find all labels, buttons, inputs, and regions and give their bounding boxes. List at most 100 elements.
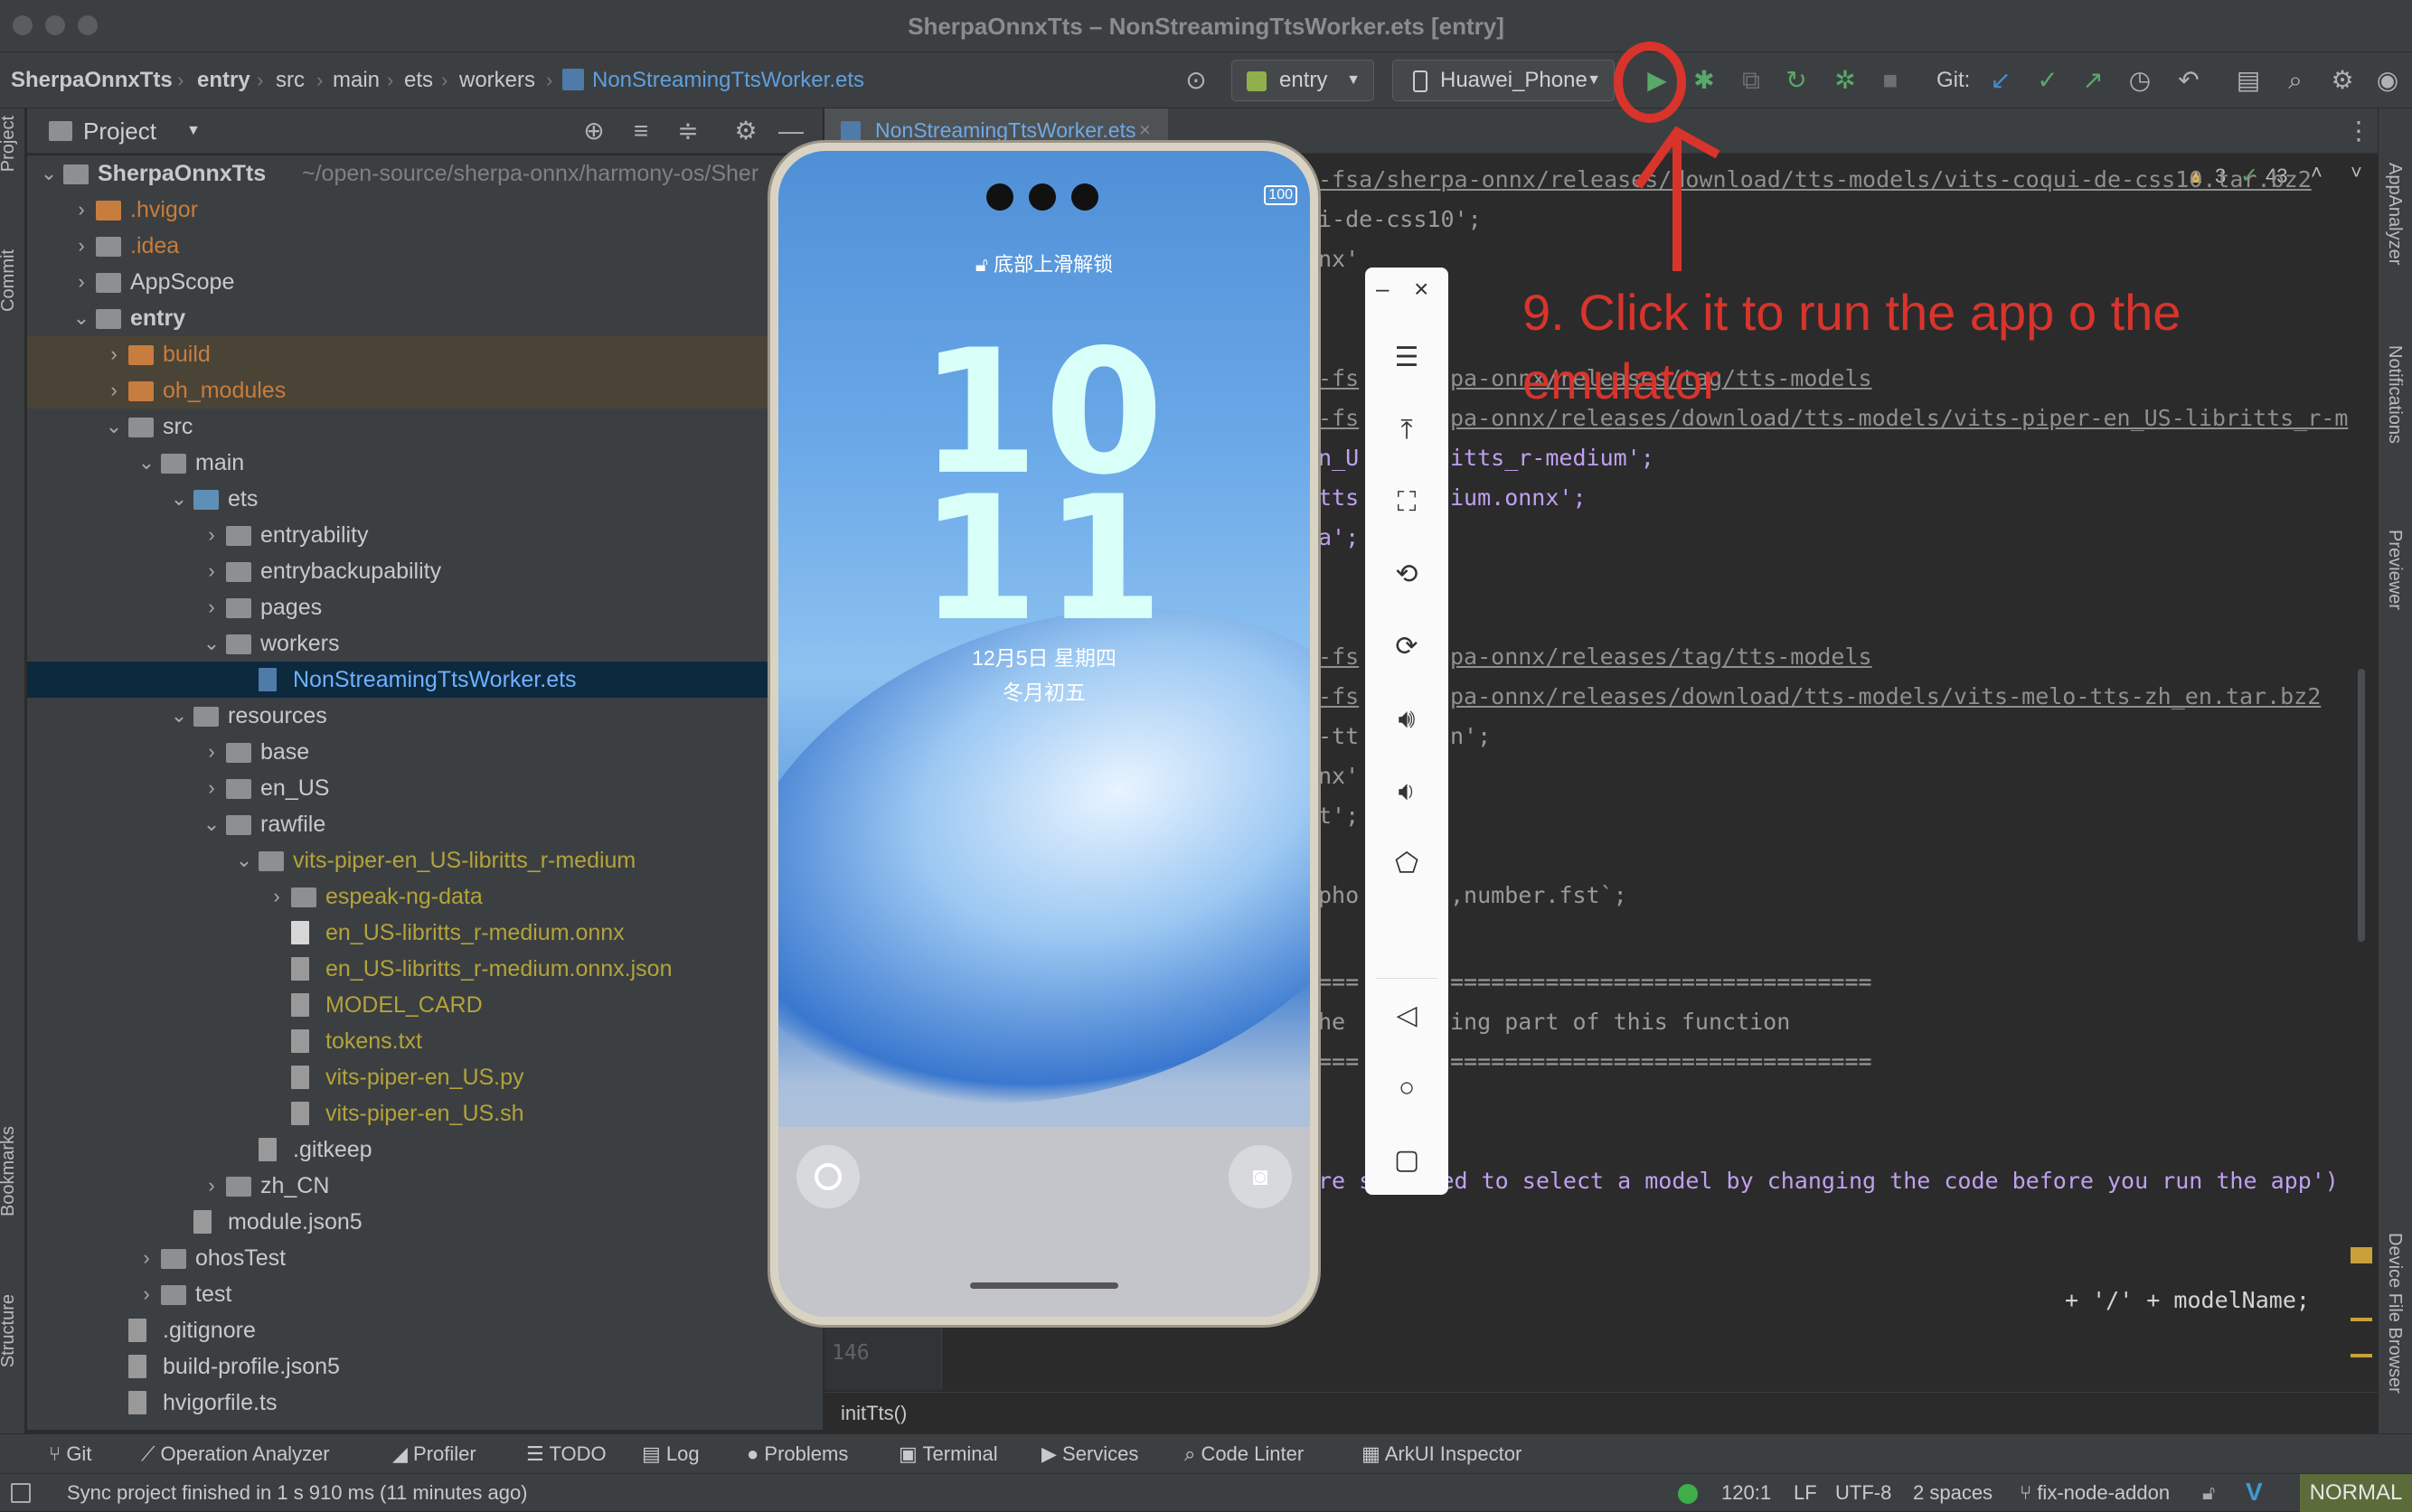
home-indicator[interactable] — [970, 1282, 1118, 1289]
bookmarks-tool-tab[interactable]: Bookmarks — [0, 1126, 19, 1216]
emulator-screen[interactable]: 100 🔓︎ 底部上滑解锁 10 11 12月5日 星期四 冬月初五 ◙ — [778, 151, 1310, 1317]
line-separator[interactable]: LF — [1794, 1474, 1817, 1512]
tree-row[interactable]: › base — [27, 734, 823, 770]
git-branch[interactable]: ⑂ fix-node-addon — [2020, 1474, 2170, 1512]
breadcrumb-src[interactable]: src — [276, 52, 305, 108]
target-icon[interactable]: ⊙ — [1181, 65, 1211, 96]
home-icon[interactable]: ○ — [1365, 1070, 1448, 1106]
chevron-right-icon[interactable]: › — [203, 553, 221, 589]
tree-row[interactable]: ⌄ SherpaOnnxTts ~/open-source/sherpa-onnx/… — [27, 155, 823, 192]
chevron-down-icon[interactable]: ⌄ — [40, 155, 58, 192]
git-push-icon[interactable]: ↗ — [2078, 65, 2108, 96]
volume-up-icon[interactable]: 🔊︎ — [1365, 701, 1448, 737]
lock-icon[interactable]: 🔓︎ — [2202, 1481, 2215, 1505]
indent-setting[interactable]: 2 spaces — [1913, 1474, 1993, 1512]
chevron-right-icon[interactable]: › — [203, 1168, 221, 1204]
layout-icon[interactable] — [11, 1483, 31, 1503]
project-panel-title[interactable]: Project — [83, 108, 156, 154]
vim-icon[interactable]: V — [2246, 1478, 2263, 1507]
back-icon[interactable]: ◁ — [1365, 998, 1448, 1034]
tree-row[interactable]: MODEL_CARD — [27, 987, 823, 1023]
tree-row[interactable]: › entrybackupability — [27, 553, 823, 589]
editor-scrollbar[interactable] — [2358, 669, 2365, 942]
chevron-down-icon[interactable]: ⌄ — [105, 409, 123, 445]
menu-icon[interactable]: ☰ — [1365, 340, 1448, 376]
tree-row[interactable]: vits-piper-en_US.py — [27, 1059, 823, 1095]
tree-row[interactable]: ⌄ src — [27, 409, 823, 445]
emulator-phone[interactable]: 100 🔓︎ 底部上滑解锁 10 11 12月5日 星期四 冬月初五 ◙ — [770, 143, 1318, 1325]
tree-row[interactable]: › ohosTest — [27, 1240, 823, 1276]
breadcrumb-file[interactable]: NonStreamingTtsWorker.ets — [592, 52, 864, 108]
chevron-right-icon[interactable]: › — [203, 517, 221, 553]
vim-mode-indicator[interactable]: NORMAL — [2300, 1474, 2412, 1512]
tree-row[interactable]: module.json5 — [27, 1204, 823, 1240]
tree-row[interactable]: build-profile.json5 — [27, 1348, 823, 1385]
chevron-right-icon[interactable]: › — [203, 589, 221, 625]
tree-row[interactable]: › AppScope — [27, 264, 823, 300]
chevron-right-icon[interactable]: › — [268, 878, 286, 915]
cursor-position[interactable]: 120:1 — [1721, 1474, 1771, 1512]
tree-row[interactable]: › entryability — [27, 517, 823, 553]
chevron-down-icon[interactable]: ⌄ — [137, 445, 155, 481]
tree-row[interactable]: en_US-libritts_r-medium.onnx.json — [27, 951, 823, 987]
rollback-icon[interactable]: ↶ — [2173, 65, 2204, 96]
chevron-down-icon[interactable]: ⌄ — [170, 481, 188, 517]
tree-row[interactable]: ⌄ workers — [27, 625, 823, 662]
tree-row[interactable]: ⌄ ets — [27, 481, 823, 517]
history-icon[interactable]: ◷ — [2125, 65, 2155, 96]
terminal-tool-button[interactable]: ▣ Terminal — [899, 1434, 998, 1474]
git-update-icon[interactable]: ↙ — [1985, 65, 2016, 96]
tree-row[interactable]: ⌄ vits-piper-en_US-libritts_r-medium — [27, 842, 823, 878]
locate-icon[interactable]: ⊕ — [579, 116, 609, 146]
arkui-inspector-tool-button[interactable]: ▦ ArkUI Inspector — [1361, 1434, 1522, 1474]
function-breadcrumb[interactable]: initTts() — [841, 1393, 907, 1434]
tree-row[interactable]: › oh_modules — [27, 372, 823, 409]
operation-analyzer-tool-button[interactable]: ⟋ Operation Analyzer — [141, 1434, 330, 1474]
chevron-right-icon[interactable]: › — [137, 1276, 155, 1312]
tree-row[interactable]: › build — [27, 336, 823, 372]
breadcrumb-project[interactable]: SherpaOnnxTts — [11, 52, 173, 108]
tree-row[interactable]: › zh_CN — [27, 1168, 823, 1204]
tree-row[interactable]: en_US-libritts_r-medium.onnx — [27, 915, 823, 951]
problems-tool-button[interactable]: ● Problems — [747, 1434, 848, 1474]
fold-icon[interactable]: ⬠ — [1365, 846, 1448, 882]
chevron-right-icon[interactable]: › — [72, 192, 90, 228]
profiler-tool-button[interactable]: ◢ Profiler — [392, 1434, 476, 1474]
chevron-down-icon[interactable]: ˅ — [2351, 161, 2362, 184]
pin-top-icon[interactable]: ⤒ — [1365, 412, 1448, 448]
device-file-browser-tool-tab[interactable]: Device File Browser — [2384, 1233, 2405, 1394]
tree-row[interactable]: ⌄ resources — [27, 698, 823, 734]
settings-icon[interactable]: ⚙ — [730, 116, 761, 146]
project-tool-tab[interactable]: Project — [0, 116, 19, 172]
tree-row[interactable]: › test — [27, 1276, 823, 1312]
tree-row[interactable]: hvigorfile.ts — [27, 1385, 823, 1421]
recents-icon[interactable]: ▢ — [1365, 1142, 1448, 1179]
chevron-right-icon[interactable]: › — [72, 228, 90, 264]
tree-row[interactable]: › en_US — [27, 770, 823, 806]
status-message[interactable]: Sync project finished in 1 s 910 ms (11 … — [67, 1474, 528, 1512]
file-encoding[interactable]: UTF-8 — [1835, 1474, 1891, 1512]
previewer-tool-tab[interactable]: Previewer — [2384, 530, 2405, 610]
hide-panel-icon[interactable]: — — [776, 116, 806, 146]
rerun-icon[interactable]: ↻ — [1781, 65, 1812, 96]
chevron-down-icon[interactable]: ▼ — [186, 108, 201, 154]
crop-icon[interactable]: ⛶ — [1365, 484, 1448, 521]
tree-row[interactable]: NonStreamingTtsWorker.ets — [27, 662, 823, 698]
module-selector[interactable]: entry ▼ — [1231, 60, 1374, 101]
chevron-right-icon[interactable]: › — [105, 372, 123, 409]
stop-icon[interactable]: ■ — [1875, 65, 1906, 96]
attach-debugger-icon[interactable]: ⧉ — [1736, 65, 1767, 96]
git-commit-icon[interactable]: ✓ — [2032, 65, 2063, 96]
chevron-right-icon[interactable]: › — [137, 1240, 155, 1276]
breadcrumb-main[interactable]: main — [333, 52, 380, 108]
camera-shortcut-button[interactable]: ◙ — [1229, 1145, 1292, 1208]
todo-tool-button[interactable]: ☰ TODO — [526, 1434, 607, 1474]
chevron-down-icon[interactable]: ⌄ — [203, 806, 221, 842]
account-icon[interactable]: ◉ — [2372, 65, 2403, 96]
device-selector[interactable]: Huawei_Phone ▼ — [1392, 60, 1615, 101]
volume-down-icon[interactable]: 🔉︎ — [1365, 774, 1448, 810]
breadcrumb-workers[interactable]: workers — [459, 52, 535, 108]
appanalyzer-tool-tab[interactable]: AppAnalyzer — [2384, 163, 2405, 265]
rotate-alt-icon[interactable]: ⟳ — [1365, 629, 1448, 665]
chevron-down-icon[interactable]: ⌄ — [203, 625, 221, 662]
